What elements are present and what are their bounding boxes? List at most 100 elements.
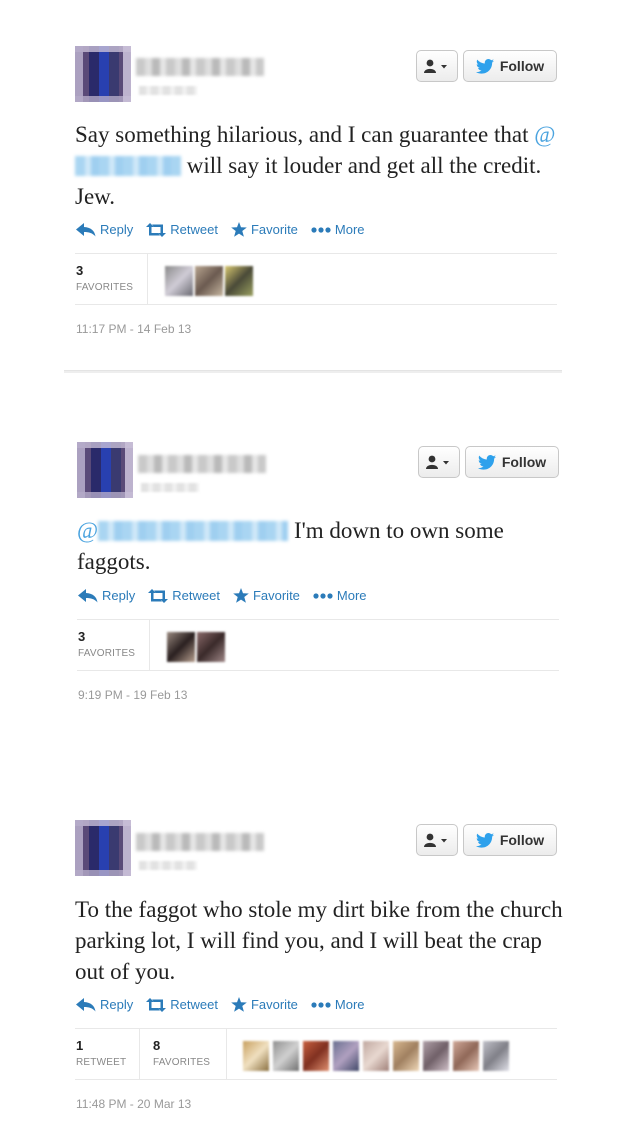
twitter-bird-icon (475, 58, 494, 74)
tweet-text-part: Say something hilarious, and I can guara… (75, 122, 535, 147)
favoriter-avatar[interactable] (423, 1041, 449, 1071)
favoriter-avatar[interactable] (243, 1041, 269, 1071)
favorite-action[interactable]: Favorite (231, 997, 298, 1012)
reply-icon (76, 997, 96, 1011)
star-icon (231, 222, 247, 237)
favoriter-avatar[interactable] (225, 266, 253, 296)
favoriter-avatar[interactable] (303, 1041, 329, 1071)
avatar[interactable] (75, 46, 131, 102)
tweet-actions: Reply Retweet Favorite More (76, 222, 378, 237)
reply-action[interactable]: Reply (76, 222, 133, 237)
user-icon (426, 455, 449, 469)
retweet-icon (146, 997, 167, 1012)
star-icon (231, 997, 247, 1012)
tweet-stats: 3 FAVORITES (75, 253, 557, 305)
favoriter-avatar[interactable] (197, 632, 225, 662)
reply-action[interactable]: Reply (76, 997, 133, 1012)
more-dots-icon (311, 226, 331, 233)
favoriter-avatar[interactable] (167, 632, 195, 662)
tweet-actions: Reply Retweet Favorite More (78, 588, 380, 603)
favoriter-avatar[interactable] (393, 1041, 419, 1071)
favorites-label: FAVORITES (76, 282, 134, 293)
more-dots-icon (313, 592, 333, 599)
tweet-text: @ I'm down to own some faggots. (77, 515, 577, 577)
tweet-timestamp[interactable]: 11:17 PM - 14 Feb 13 (76, 322, 191, 336)
stat-divider (226, 1029, 227, 1080)
retweet-action[interactable]: Retweet (146, 997, 218, 1012)
user-actions-button[interactable] (416, 50, 458, 82)
twitter-bird-icon (477, 454, 496, 470)
user-icon (424, 59, 447, 73)
tweet-text: Say something hilarious, and I can guara… (75, 119, 575, 212)
author-name-redacted[interactable] (138, 455, 266, 473)
favoriter-avatar[interactable] (333, 1041, 359, 1071)
follow-button[interactable]: Follow (465, 446, 559, 478)
retweets-label: RETWEET (76, 1057, 127, 1068)
twitter-bird-icon (475, 832, 494, 848)
more-label: More (336, 588, 367, 603)
favoriter-avatar[interactable] (483, 1041, 509, 1071)
author-name-redacted[interactable] (136, 58, 264, 76)
retweet-icon (146, 222, 167, 237)
follow-label: Follow (499, 832, 545, 848)
mention-redacted (98, 521, 289, 541)
stat-divider (147, 254, 148, 305)
author-handle-redacted (139, 861, 197, 870)
favoriter-avatars-redacted[interactable] (165, 266, 253, 296)
retweets-stat[interactable]: 1 RETWEET (76, 1038, 126, 1068)
follow-label: Follow (501, 454, 547, 470)
tweet-stats: 1 RETWEET 8 FAVORITES (75, 1028, 557, 1080)
favoriter-avatar[interactable] (363, 1041, 389, 1071)
favorite-label: Favorite (250, 997, 298, 1012)
avatar[interactable] (77, 442, 133, 498)
reply-label: Reply (100, 222, 134, 237)
reply-icon (78, 588, 98, 602)
favorites-stat[interactable]: 3 FAVORITES (76, 263, 133, 293)
favorite-action[interactable]: Favorite (233, 588, 300, 603)
retweet-action[interactable]: Retweet (148, 588, 220, 603)
mention-redacted (75, 156, 181, 176)
favorite-action[interactable]: Favorite (231, 222, 298, 237)
favorites-stat[interactable]: 3 FAVORITES (78, 629, 135, 659)
favoriter-avatars-redacted[interactable] (167, 632, 225, 662)
avatar[interactable] (75, 820, 131, 876)
follow-button[interactable]: Follow (463, 50, 557, 82)
reply-icon (76, 222, 96, 236)
favorites-label: FAVORITES (153, 1057, 211, 1068)
favoriter-avatar[interactable] (195, 266, 223, 296)
follow-label: Follow (499, 58, 545, 74)
stat-divider (139, 1029, 140, 1080)
more-label: More (334, 222, 365, 237)
more-action[interactable]: More (311, 222, 365, 237)
follow-button[interactable]: Follow (463, 824, 557, 856)
tweet-stats: 3 FAVORITES (77, 619, 559, 671)
tweet-timestamp[interactable]: 9:19 PM - 19 Feb 13 (78, 688, 187, 702)
favoriter-avatar[interactable] (453, 1041, 479, 1071)
user-actions-button[interactable] (418, 446, 460, 478)
more-action[interactable]: More (311, 997, 365, 1012)
favorite-label: Favorite (252, 588, 300, 603)
reply-action[interactable]: Reply (78, 588, 135, 603)
favorites-label: FAVORITES (78, 648, 136, 659)
favoriter-avatars-redacted[interactable] (243, 1041, 509, 1071)
author-handle-redacted (139, 86, 197, 95)
tweet-timestamp[interactable]: 11:48 PM - 20 Mar 13 (76, 1097, 191, 1111)
tweet-actions: Reply Retweet Favorite More (76, 997, 378, 1012)
retweets-count: 1 (76, 1038, 84, 1053)
user-actions-button[interactable] (416, 824, 458, 856)
user-icon (424, 833, 447, 847)
more-action[interactable]: More (313, 588, 367, 603)
favoriter-avatar[interactable] (165, 266, 193, 296)
reply-label: Reply (100, 997, 134, 1012)
mention-at-sign: @ (77, 518, 99, 543)
mention-link[interactable]: @ (77, 518, 289, 543)
retweet-action[interactable]: Retweet (146, 222, 218, 237)
author-name-redacted[interactable] (136, 833, 264, 851)
more-dots-icon (311, 1001, 331, 1008)
mention-at-sign: @ (534, 122, 556, 147)
favorites-stat[interactable]: 8 FAVORITES (153, 1038, 210, 1068)
retweet-icon (148, 588, 169, 603)
favorite-label: Favorite (250, 222, 298, 237)
favoriter-avatar[interactable] (273, 1041, 299, 1071)
favorites-count: 8 (153, 1038, 161, 1053)
